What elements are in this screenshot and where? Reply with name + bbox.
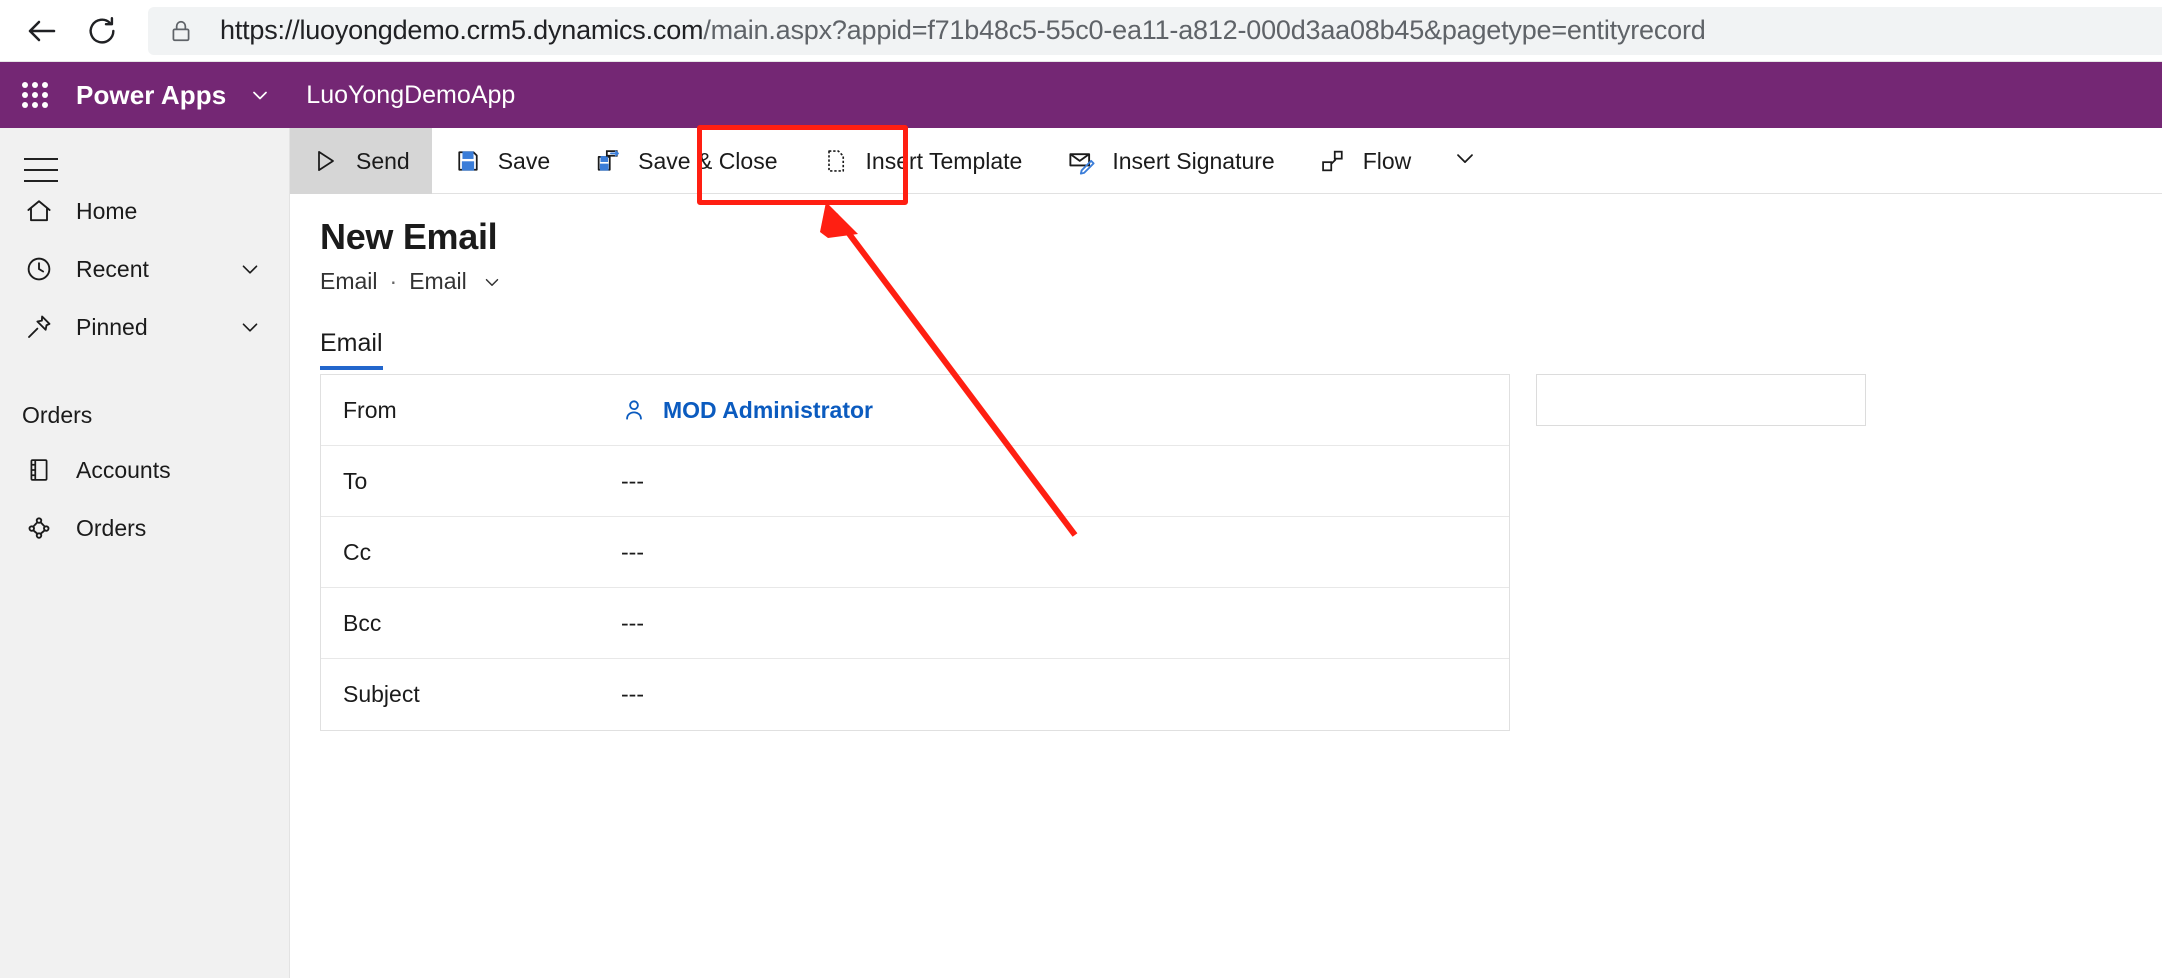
form-tabs: Email [320, 329, 2162, 370]
flow-icon [1319, 147, 1347, 175]
field-row-subject: Subject --- [321, 659, 1509, 730]
field-row-bcc: Bcc --- [321, 588, 1509, 659]
sidebar-item-home[interactable]: Home [0, 182, 289, 240]
command-bar: Send Save Save & Close Insert Template I… [290, 128, 2162, 194]
command-label: Insert Template [865, 147, 1023, 174]
sidebar-item-label: Accounts [76, 456, 171, 483]
sidebar-item-label: Home [76, 197, 138, 224]
insert-template-icon [822, 147, 850, 175]
field-label: Bcc [343, 609, 382, 636]
chevron-down-icon[interactable] [237, 314, 263, 340]
browser-toolbar: https://luoyongdemo.crm5.dynamics.com/ma… [0, 0, 2162, 62]
save-floppy-icon [454, 147, 482, 175]
insert-template-button[interactable]: Insert Template [800, 128, 1045, 194]
field-row-to: To --- [321, 446, 1509, 517]
person-icon [621, 397, 647, 423]
field-label: Subject [343, 681, 420, 707]
sidebar-item-accounts[interactable]: Accounts [0, 441, 289, 499]
sidebar-item-label: Recent [76, 255, 149, 282]
reload-icon [89, 16, 115, 44]
lock-icon [168, 18, 194, 44]
page-title: New Email [320, 216, 498, 257]
main-content: New Email Email · Email Email From MOD A… [290, 194, 2162, 978]
brand-title: Power Apps [76, 79, 227, 110]
chevron-down-icon[interactable] [248, 83, 272, 107]
clock-icon [22, 254, 56, 284]
save-button[interactable]: Save [432, 128, 572, 194]
flow-button[interactable]: Flow [1297, 128, 1434, 194]
browser-reload-button[interactable] [74, 3, 130, 59]
home-icon [22, 196, 56, 226]
side-panel-card [1536, 374, 1866, 426]
save-and-close-button[interactable]: Save & Close [572, 128, 799, 194]
address-bar[interactable]: https://luoyongdemo.crm5.dynamics.com/ma… [148, 6, 2162, 55]
chevron-down-icon[interactable] [481, 271, 503, 293]
command-label: Insert Signature [1112, 147, 1275, 174]
command-label: Save [497, 147, 551, 174]
hamburger-menu-icon[interactable] [24, 158, 58, 182]
address-bar-text: https://luoyongdemo.crm5.dynamics.com/ma… [220, 15, 1706, 46]
sidebar-item-pinned[interactable]: Pinned [0, 298, 289, 356]
orders-icon [22, 513, 56, 543]
breadcrumb-form-name[interactable]: Email [409, 268, 467, 295]
field-value-subject[interactable]: --- [621, 681, 644, 708]
app-header: Power Apps LuoYongDemoApp [0, 62, 2162, 128]
save-and-close-icon [594, 147, 622, 175]
breadcrumb-entity: Email [320, 268, 378, 294]
app-launcher-icon[interactable] [22, 82, 48, 108]
send-button[interactable]: Send [290, 128, 432, 194]
field-value-text: MOD Administrator [663, 396, 873, 423]
tab-label: Email [320, 329, 383, 357]
pin-icon [22, 312, 56, 342]
browser-back-button[interactable] [14, 3, 70, 59]
insert-signature-button[interactable]: Insert Signature [1044, 128, 1296, 194]
chevron-down-icon [1451, 144, 1479, 178]
field-label: Cc [343, 538, 372, 565]
field-value-bcc[interactable]: --- [621, 610, 644, 637]
send-icon [312, 147, 340, 175]
chevron-down-icon[interactable] [237, 256, 263, 282]
field-label: To [343, 467, 368, 494]
field-value-to[interactable]: --- [621, 468, 644, 495]
insert-signature-icon [1066, 146, 1096, 176]
command-label: Save & Close [638, 147, 778, 174]
url-path: /main.aspx?appid=f71b48c5-55c0-ea11-a812… [703, 15, 1706, 45]
email-form-card: From MOD Administrator To --- Cc --- Bcc… [320, 374, 1510, 731]
sidebar-item-recent[interactable]: Recent [0, 240, 289, 298]
accounts-book-icon [22, 456, 56, 484]
field-row-from: From MOD Administrator [321, 375, 1509, 446]
breadcrumb: Email · Email [320, 268, 2162, 295]
sidebar-divider-space [0, 356, 289, 384]
command-label: Flow [1362, 147, 1412, 174]
sidebar-item-label: Pinned [76, 313, 148, 340]
command-overflow-button[interactable] [1433, 128, 1497, 194]
app-name-label[interactable]: LuoYongDemoApp [306, 81, 515, 110]
sidebar-item-label: Orders [76, 514, 147, 541]
arrow-left-icon [28, 20, 56, 41]
breadcrumb-separator: · [389, 268, 398, 294]
field-row-cc: Cc --- [321, 517, 1509, 588]
command-label: Send [356, 147, 410, 174]
field-value-from[interactable]: MOD Administrator [621, 397, 873, 424]
sidebar-item-orders[interactable]: Orders [0, 499, 289, 557]
sidebar: Home Recent Pinned Orders Accounts Order… [0, 128, 290, 978]
tab-email[interactable]: Email [320, 329, 383, 370]
sidebar-group-title: Orders [22, 402, 93, 428]
field-value-cc[interactable]: --- [621, 539, 644, 566]
url-host: https://luoyongdemo.crm5.dynamics.com [220, 15, 704, 45]
field-label: From [343, 396, 397, 423]
